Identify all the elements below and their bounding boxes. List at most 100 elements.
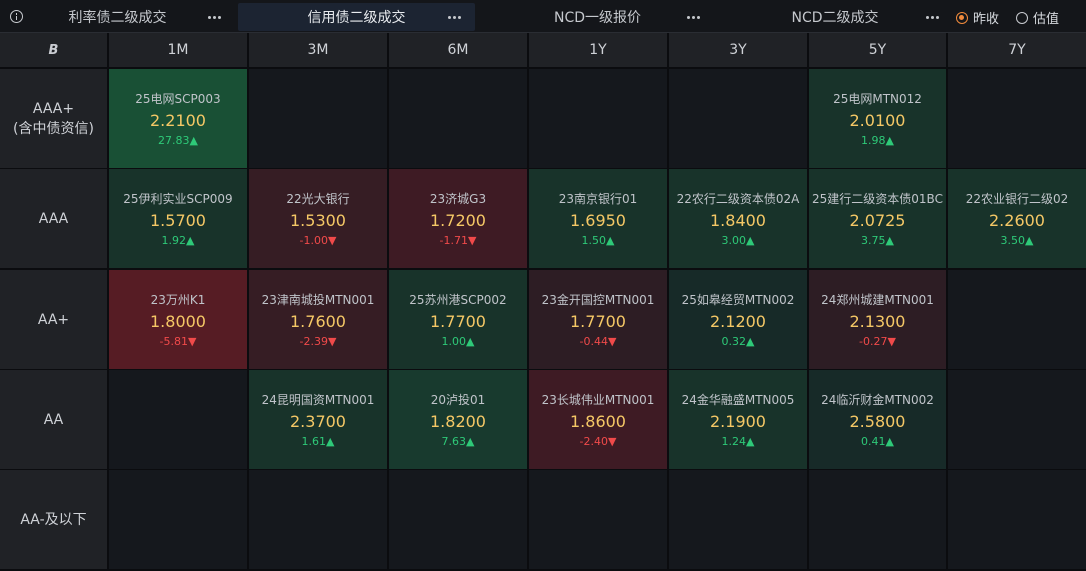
arrow-down-icon: ▼ <box>887 335 896 348</box>
bond-cell[interactable]: 25伊利实业SCP009 1.5700 1.92▲ <box>109 169 247 268</box>
bond-name: 23济城G3 <box>429 192 487 206</box>
empty-cell <box>669 69 807 168</box>
bond-change: 1.50▲ <box>582 234 615 247</box>
bond-cell[interactable]: 25电网SCP003 2.2100 27.83▲ <box>109 69 247 168</box>
tab-credit-bond-secondary[interactable]: 信用债二级成交 <box>238 3 475 31</box>
bond-name: 25如皋经贸MTN002 <box>681 293 795 307</box>
bond-change: 7.63▲ <box>442 435 475 448</box>
arrow-up-icon: ▲ <box>746 435 755 448</box>
bond-cell[interactable]: 22农行二级资本债02A 1.8400 3.00▲ <box>669 169 807 268</box>
bond-cell[interactable]: 25建行二级资本债01BC 2.0725 3.75▲ <box>809 169 946 268</box>
change-value: 1.61 <box>301 435 327 448</box>
bond-cell[interactable]: 23长城伟业MTN001 1.8600 -2.40▼ <box>529 370 667 469</box>
radio-label: 估值 <box>1033 12 1060 27</box>
bond-cell[interactable]: 22农业银行二级02 2.2600 3.50▲ <box>948 169 1086 268</box>
bond-cell[interactable]: 25苏州港SCP002 1.7700 1.00▲ <box>389 270 527 369</box>
bond-cell[interactable]: 23万州K1 1.8000 -5.81▼ <box>109 270 247 369</box>
row-label: AA-及以下 <box>20 511 87 528</box>
bond-cell[interactable]: 23济城G3 1.7200 -1.71▼ <box>389 169 527 268</box>
bond-cell[interactable]: 24临沂财金MTN002 2.5800 0.41▲ <box>809 370 946 469</box>
column-header-3y[interactable]: 3Y <box>669 33 807 67</box>
bond-cell[interactable]: 23金开国控MTN001 1.7700 -0.44▼ <box>529 270 667 369</box>
column-header-3m[interactable]: 3M <box>249 33 387 67</box>
bond-yield: 1.5700 <box>150 211 206 230</box>
bond-cell[interactable]: 25如皋经贸MTN002 2.1200 0.32▲ <box>669 270 807 369</box>
arrow-down-icon: ▼ <box>328 234 337 247</box>
tab-ncd-primary-quote[interactable]: NCD一级报价 <box>490 3 705 31</box>
bond-cell[interactable]: 24昆明国资MTN001 2.3700 1.61▲ <box>249 370 387 469</box>
change-value: -0.27 <box>859 335 888 348</box>
column-header-6m[interactable]: 6M <box>389 33 527 67</box>
bond-name: 24临沂财金MTN002 <box>821 393 934 407</box>
more-icon[interactable] <box>683 3 703 31</box>
bond-cell[interactable]: 25电网MTN012 2.0100 1.98▲ <box>809 69 946 168</box>
bond-cell[interactable]: 22光大银行 1.5300 -1.00▼ <box>249 169 387 268</box>
bond-yield: 1.8400 <box>710 211 766 230</box>
arrow-down-icon: ▼ <box>188 335 197 348</box>
bond-yield: 1.8200 <box>430 412 486 431</box>
bond-yield: 1.8600 <box>570 412 626 431</box>
bond-yield: 2.1900 <box>710 412 766 431</box>
bond-cell[interactable]: 23南京银行01 1.6950 1.50▲ <box>529 169 667 268</box>
bond-change: 0.41▲ <box>861 435 894 448</box>
empty-cell <box>529 69 667 168</box>
arrow-up-icon: ▲ <box>186 234 195 247</box>
arrow-up-icon: ▲ <box>466 335 475 348</box>
bond-cell[interactable]: 23津南城投MTN001 1.7600 -2.39▼ <box>249 270 387 369</box>
bond-yield: 1.7700 <box>430 312 486 331</box>
arrow-up-icon: ▲ <box>746 234 755 247</box>
bond-change: 3.50▲ <box>1001 234 1034 247</box>
column-header-5y[interactable]: 5Y <box>809 33 946 67</box>
tab-ncd-secondary[interactable]: NCD二级成交 <box>720 3 950 31</box>
bond-yield: 1.6950 <box>570 211 626 230</box>
bond-name: 25苏州港SCP002 <box>409 293 507 307</box>
bond-cell[interactable]: 24郑州城建MTN001 2.1300 -0.27▼ <box>809 270 946 369</box>
change-value: -1.71 <box>439 234 468 247</box>
bond-change: -0.44▼ <box>580 335 617 348</box>
bond-yield: 1.5300 <box>290 211 346 230</box>
change-value: 1.92 <box>161 234 187 247</box>
bond-change: 1.00▲ <box>442 335 475 348</box>
bond-name: 23长城伟业MTN001 <box>541 393 655 407</box>
more-icon[interactable] <box>922 3 942 31</box>
more-icon[interactable] <box>444 3 464 31</box>
tab-rate-bond-secondary[interactable]: 利率债二级成交 <box>30 3 205 31</box>
row-label: AAA+ <box>32 100 75 117</box>
bond-yield: 1.7200 <box>430 211 486 230</box>
empty-cell <box>948 370 1086 469</box>
bond-name: 25伊利实业SCP009 <box>123 192 233 206</box>
arrow-up-icon: ▲ <box>1025 234 1034 247</box>
bond-change: 0.32▲ <box>722 335 755 348</box>
bond-cell[interactable]: 20泸投01 1.8200 7.63▲ <box>389 370 527 469</box>
bond-yield: 2.0100 <box>849 111 906 130</box>
bond-cell[interactable]: 24金华融盛MTN005 2.1900 1.24▲ <box>669 370 807 469</box>
radio-valuation[interactable]: 估值 <box>1016 8 1059 27</box>
arrow-down-icon: ▼ <box>468 234 477 247</box>
radio-checked-icon[interactable] <box>956 11 968 24</box>
more-icon[interactable] <box>204 3 224 31</box>
bond-name: 22光大银行 <box>286 192 350 206</box>
row-header: AAA+ (含中债资信) <box>0 69 107 168</box>
arrow-up-icon: ▲ <box>885 234 894 247</box>
change-value: -2.40 <box>579 435 608 448</box>
bond-name: 22农业银行二级02 <box>965 192 1069 206</box>
change-value: 1.00 <box>441 335 467 348</box>
radio-unchecked-icon[interactable] <box>1016 11 1028 24</box>
bond-name: 23南京银行01 <box>558 192 638 206</box>
arrow-down-icon: ▼ <box>328 335 337 348</box>
row-header: AA <box>0 370 107 469</box>
arrow-up-icon: ▲ <box>885 435 894 448</box>
column-header-1m[interactable]: 1M <box>109 33 247 67</box>
info-icon[interactable] <box>10 10 23 23</box>
change-value: 1.98 <box>861 134 886 147</box>
bond-change: -2.40▼ <box>580 435 617 448</box>
change-value: -1.00 <box>299 234 328 247</box>
bond-name: 25建行二级资本债01BC <box>812 192 943 206</box>
column-header-7y[interactable]: 7Y <box>948 33 1086 67</box>
bond-yield: 2.0725 <box>849 211 906 230</box>
change-value: 0.32 <box>721 335 747 348</box>
bond-yield: 2.2100 <box>150 111 206 130</box>
radio-prev-close[interactable]: 昨收 <box>956 8 999 27</box>
column-header-1y[interactable]: 1Y <box>529 33 667 67</box>
row-label: AAA <box>38 210 69 227</box>
